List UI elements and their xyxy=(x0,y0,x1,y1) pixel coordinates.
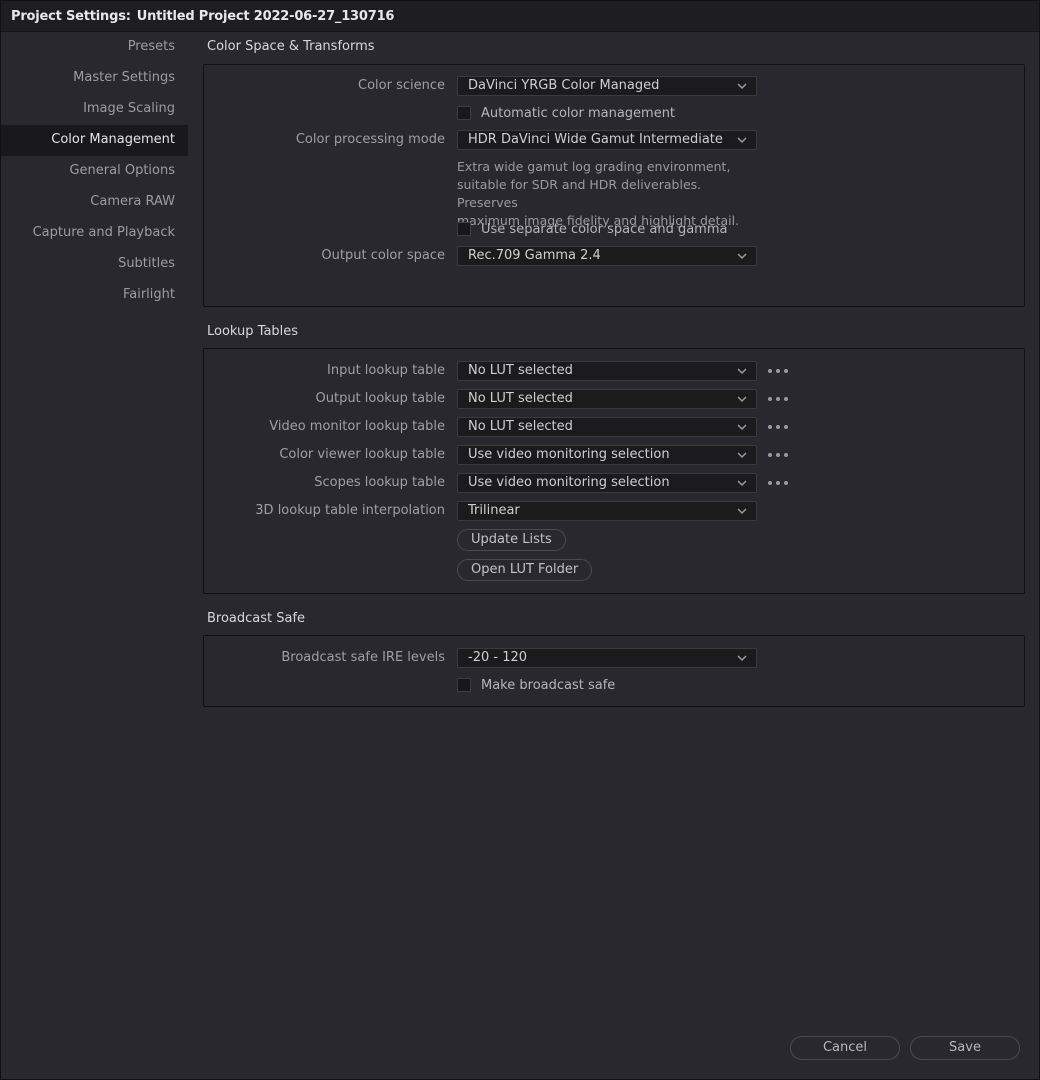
chevron-down-icon xyxy=(737,83,747,90)
cancel-button[interactable]: Cancel xyxy=(790,1036,900,1060)
lut-interpolation-dropdown[interactable]: Trilinear xyxy=(457,501,757,521)
more-options-icon[interactable] xyxy=(768,389,788,409)
description-line: Extra wide gamut log grading environment… xyxy=(457,159,731,174)
make-broadcast-safe-checkbox[interactable]: Make broadcast safe xyxy=(457,675,615,695)
output-color-space-dropdown[interactable]: Rec.709 Gamma 2.4 xyxy=(457,246,757,266)
dropdown-value: -20 - 120 xyxy=(468,650,528,665)
scopes-lut-label: Scopes lookup table xyxy=(314,475,445,490)
output-color-space-label: Output color space xyxy=(321,248,445,263)
dropdown-value: Use video monitoring selection xyxy=(468,475,670,490)
description-line: suitable for SDR and HDR deliverables. P… xyxy=(457,177,702,210)
chevron-down-icon xyxy=(737,655,747,662)
save-button[interactable]: Save xyxy=(910,1036,1020,1060)
update-lists-button[interactable]: Update Lists xyxy=(457,529,566,551)
checkbox-label: Use separate color space and gamma xyxy=(481,221,728,237)
chevron-down-icon xyxy=(737,396,747,403)
checkbox-box[interactable] xyxy=(457,222,471,236)
color-science-label: Color science xyxy=(358,78,445,93)
chevron-down-icon xyxy=(737,253,747,260)
color-viewer-lut-dropdown[interactable]: Use video monitoring selection xyxy=(457,445,757,465)
color-science-dropdown[interactable]: DaVinci YRGB Color Managed xyxy=(457,76,757,96)
more-options-icon[interactable] xyxy=(768,473,788,493)
checkbox-box[interactable] xyxy=(457,678,471,692)
checkbox-label: Make broadcast safe xyxy=(481,677,616,693)
processing-mode-label: Color processing mode xyxy=(295,132,445,147)
scopes-lut-dropdown[interactable]: Use video monitoring selection xyxy=(457,473,757,493)
project-name: Untitled Project 2022-06-27_130716 xyxy=(136,9,395,24)
dropdown-value: No LUT selected xyxy=(468,363,573,378)
more-options-icon[interactable] xyxy=(768,445,788,465)
more-options-icon[interactable] xyxy=(768,417,788,437)
section-title-broadcast-safe: Broadcast Safe xyxy=(207,611,306,626)
title-prefix: Project Settings: xyxy=(11,9,131,24)
dropdown-value: Use video monitoring selection xyxy=(468,447,670,462)
dropdown-value: No LUT selected xyxy=(468,391,573,406)
output-lut-label: Output lookup table xyxy=(315,391,446,406)
dropdown-value: HDR DaVinci Wide Gamut Intermediate xyxy=(468,132,723,147)
lookup-tables-panel xyxy=(203,348,1025,594)
title-bar: Project Settings: Untitled Project 2022-0… xyxy=(1,1,1039,32)
checkbox-box[interactable] xyxy=(457,106,471,120)
chevron-down-icon xyxy=(737,424,747,431)
dropdown-value: DaVinci YRGB Color Managed xyxy=(468,78,660,93)
dropdown-value: No LUT selected xyxy=(468,419,573,434)
chevron-down-icon xyxy=(737,368,747,375)
automatic-color-management-checkbox[interactable]: Automatic color management xyxy=(457,103,675,123)
section-title-color-space: Color Space & Transforms xyxy=(207,39,375,54)
processing-mode-dropdown[interactable]: HDR DaVinci Wide Gamut Intermediate xyxy=(457,130,757,150)
section-title-lookup-tables: Lookup Tables xyxy=(207,324,299,339)
color-viewer-lut-label: Color viewer lookup table xyxy=(279,447,445,462)
sidebar-item-capture-playback[interactable]: Capture and Playback xyxy=(1,218,188,249)
open-lut-folder-button[interactable]: Open LUT Folder xyxy=(457,559,593,581)
lut-interpolation-label: 3D lookup table interpolation xyxy=(255,503,445,518)
separate-color-space-checkbox[interactable]: Use separate color space and gamma xyxy=(457,219,727,239)
video-monitor-lut-dropdown[interactable]: No LUT selected xyxy=(457,417,757,437)
chevron-down-icon xyxy=(737,452,747,459)
dropdown-value: Rec.709 Gamma 2.4 xyxy=(468,248,601,263)
sidebar-item-general-options[interactable]: General Options xyxy=(1,156,188,187)
sidebar-item-presets[interactable]: Presets xyxy=(1,32,188,63)
output-lut-dropdown[interactable]: No LUT selected xyxy=(457,389,757,409)
input-lut-dropdown[interactable]: No LUT selected xyxy=(457,361,757,381)
video-monitor-lut-label: Video monitor lookup table xyxy=(269,419,445,434)
chevron-down-icon xyxy=(737,508,747,515)
broadcast-ire-dropdown[interactable]: -20 - 120 xyxy=(457,648,757,668)
project-settings-window: Project Settings: Untitled Project 2022-0… xyxy=(0,0,1040,1080)
sidebar-item-camera-raw[interactable]: Camera RAW xyxy=(1,187,188,218)
sidebar-item-image-scaling[interactable]: Image Scaling xyxy=(1,94,188,125)
broadcast-safe-panel xyxy=(203,635,1025,707)
sidebar-item-fairlight[interactable]: Fairlight xyxy=(1,280,188,311)
chevron-down-icon xyxy=(737,137,747,144)
input-lut-label: Input lookup table xyxy=(327,363,445,378)
broadcast-ire-label: Broadcast safe IRE levels xyxy=(281,650,445,665)
chevron-down-icon xyxy=(737,480,747,487)
dropdown-value: Trilinear xyxy=(468,503,520,518)
more-options-icon[interactable] xyxy=(768,361,788,381)
checkbox-label: Automatic color management xyxy=(481,105,676,121)
